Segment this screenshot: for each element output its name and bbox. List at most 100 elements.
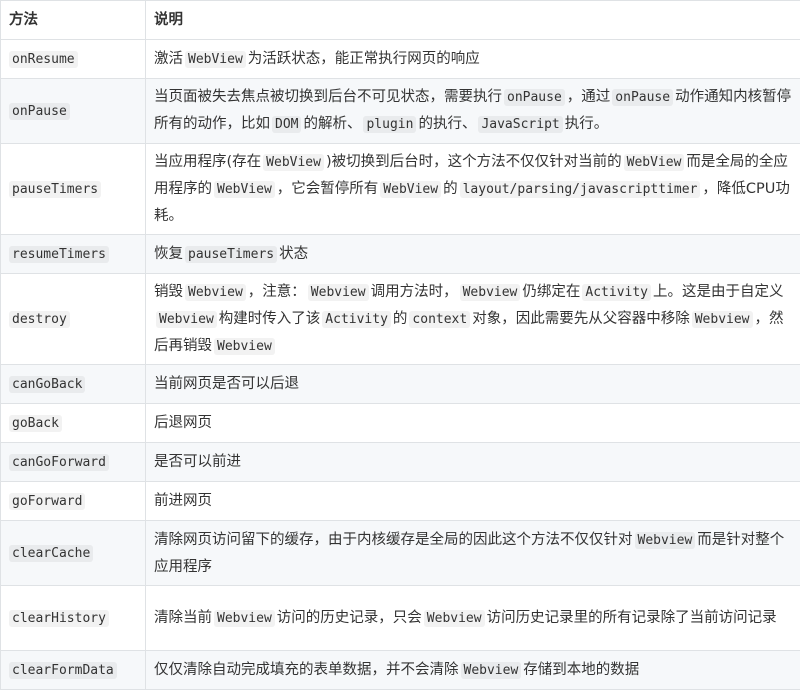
description-text: ，通过 <box>567 89 611 105</box>
table-row: pauseTimers当应用程序(存在WebView)被切换到后台时，这个方法不… <box>1 144 800 235</box>
inline-code: Webview <box>635 532 696 549</box>
inline-code: Webview <box>185 284 246 301</box>
description-text: 是否可以前进 <box>154 454 241 470</box>
table-header-row: 方法 说明 <box>1 1 800 40</box>
inline-code: pauseTimers <box>185 246 277 263</box>
method-cell: pauseTimers <box>1 144 146 235</box>
description-cell: 当前网页是否可以后退 <box>146 365 800 404</box>
method-cell: resumeTimers <box>1 235 146 274</box>
description-cell: 激活WebView为活跃状态，能正常执行网页的响应 <box>146 40 800 79</box>
method-cell: clearFormData <box>1 651 146 690</box>
description-text: 仅仅清除自动完成填充的表单数据，并不会清除 <box>154 662 459 678</box>
inline-code: JavaScript <box>478 116 562 133</box>
description-text: 上。这是由于自定义 <box>653 284 784 300</box>
inline-code: WebView <box>380 181 441 198</box>
method-cell: onResume <box>1 40 146 79</box>
method-cell: destroy <box>1 274 146 365</box>
inline-code: WebView <box>214 181 275 198</box>
inline-code: Webview <box>692 311 753 328</box>
table-row: canGoForward 是否可以前进 <box>1 443 800 482</box>
method-name: onPause <box>9 103 70 120</box>
description-text: 当应用程序(存在 <box>154 154 261 170</box>
description-cell: 前进网页 <box>146 482 800 521</box>
method-name: canGoForward <box>9 454 109 471</box>
description-text: 后退网页 <box>154 415 212 431</box>
description-cell: 销毁Webview，注意：Webview调用方法时，Webview仍绑定在Act… <box>146 274 800 365</box>
inline-code: Webview <box>214 338 275 355</box>
method-name: pauseTimers <box>9 181 101 198</box>
table-body: onResume激活WebView为活跃状态，能正常执行网页的响应onPause… <box>1 40 800 690</box>
description-text: 调用方法时， <box>371 284 458 300</box>
description-text: 访问历史记录里的所有记录除了当前访问记录 <box>487 610 777 626</box>
description-text: 的解析、 <box>303 116 361 132</box>
method-name: destroy <box>9 311 70 328</box>
description-text: 激活 <box>154 51 183 67</box>
method-name: clearHistory <box>9 610 109 627</box>
table-row: clearFormData 仅仅清除自动完成填充的表单数据，并不会清除Webvie… <box>1 651 800 690</box>
description-text: 当页面被失去焦点被切换到后台不可见状态，需要执行 <box>154 89 502 105</box>
inline-code: Webview <box>424 610 485 627</box>
table-row: clearCache清除网页访问留下的缓存，由于内核缓存是全局的因此这个方法不仅… <box>1 521 800 586</box>
table-row: goForward 前进网页 <box>1 482 800 521</box>
table-row: resumeTimers恢复pauseTimers状态 <box>1 235 800 274</box>
description-text: 状态 <box>279 246 308 262</box>
method-cell: goBack <box>1 404 146 443</box>
inline-code: context <box>409 311 470 328</box>
method-cell: canGoForward <box>1 443 146 482</box>
description-text: 当前网页是否可以后退 <box>154 376 299 392</box>
inline-code: Activity <box>322 311 391 328</box>
description-text: ，注意： <box>248 284 306 300</box>
table-row: destroy销毁Webview，注意：Webview调用方法时，Webview… <box>1 274 800 365</box>
inline-code: Webview <box>461 662 522 679</box>
description-text: 为活跃状态，能正常执行网页的响应 <box>248 51 480 67</box>
table-row: clearHistory清除当前Webview访问的历史记录，只会Webview… <box>1 586 800 651</box>
method-cell: clearCache <box>1 521 146 586</box>
inline-code: WebView <box>624 154 685 171</box>
description-text: 访问的历史记录，只会 <box>277 610 422 626</box>
description-cell: 恢复pauseTimers状态 <box>146 235 800 274</box>
description-text: 执行。 <box>565 116 609 132</box>
description-cell: 清除网页访问留下的缓存，由于内核缓存是全局的因此这个方法不仅仅针对Webview… <box>146 521 800 586</box>
description-text: 清除当前 <box>154 610 212 626</box>
inline-code: Activity <box>582 284 651 301</box>
table-row: goBack 后退网页 <box>1 404 800 443</box>
inline-code: WebView <box>185 51 246 68</box>
table-row: onPause当页面被失去焦点被切换到后台不可见状态，需要执行onPause，通… <box>1 79 800 144</box>
description-text: )被切换到后台时，这个方法不仅仅针对当前的 <box>326 154 622 170</box>
description-text: 存储到本地的数据 <box>523 662 639 678</box>
table-row: canGoBack 当前网页是否可以后退 <box>1 365 800 404</box>
description-text: 销毁 <box>154 284 183 300</box>
header-method: 方法 <box>1 1 146 40</box>
inline-code: onPause <box>612 89 673 106</box>
method-cell: canGoBack <box>1 365 146 404</box>
inline-code: plugin <box>363 116 416 133</box>
description-cell: 当页面被失去焦点被切换到后台不可见状态，需要执行onPause，通过onPaus… <box>146 79 800 144</box>
method-name: goBack <box>9 415 62 432</box>
table-row: onResume激活WebView为活跃状态，能正常执行网页的响应 <box>1 40 800 79</box>
description-text: ，它会暂停所有 <box>277 181 379 197</box>
description-text: 的 <box>443 181 458 197</box>
inline-code: onPause <box>504 89 565 106</box>
inline-code: DOM <box>272 116 301 133</box>
description-text: 恢复 <box>154 246 183 262</box>
inline-code: WebView <box>263 154 324 171</box>
inline-code: Webview <box>156 311 217 328</box>
method-cell: clearHistory <box>1 586 146 651</box>
description-cell: 清除当前Webview访问的历史记录，只会Webview访问历史记录里的所有记录… <box>146 586 800 651</box>
method-cell: onPause <box>1 79 146 144</box>
inline-code: layout/parsing/javascripttimer <box>460 181 701 198</box>
description-text: 的 <box>393 311 408 327</box>
webview-methods-table: 方法 说明 onResume激活WebView为活跃状态，能正常执行网页的响应o… <box>0 0 800 690</box>
method-name: canGoBack <box>9 376 85 393</box>
description-text: 清除网页访问留下的缓存，由于内核缓存是全局的因此这个方法不仅仅针对 <box>154 532 633 548</box>
description-cell: 当应用程序(存在WebView)被切换到后台时，这个方法不仅仅针对当前的WebV… <box>146 144 800 235</box>
header-description: 说明 <box>146 1 800 40</box>
description-cell: 是否可以前进 <box>146 443 800 482</box>
description-text: 仍绑定在 <box>522 284 580 300</box>
description-text: 的执行、 <box>418 116 476 132</box>
inline-code: Webview <box>460 284 521 301</box>
description-text: 前进网页 <box>154 493 212 509</box>
inline-code: Webview <box>308 284 369 301</box>
description-text: 构建时传入了该 <box>219 311 321 327</box>
method-cell: goForward <box>1 482 146 521</box>
